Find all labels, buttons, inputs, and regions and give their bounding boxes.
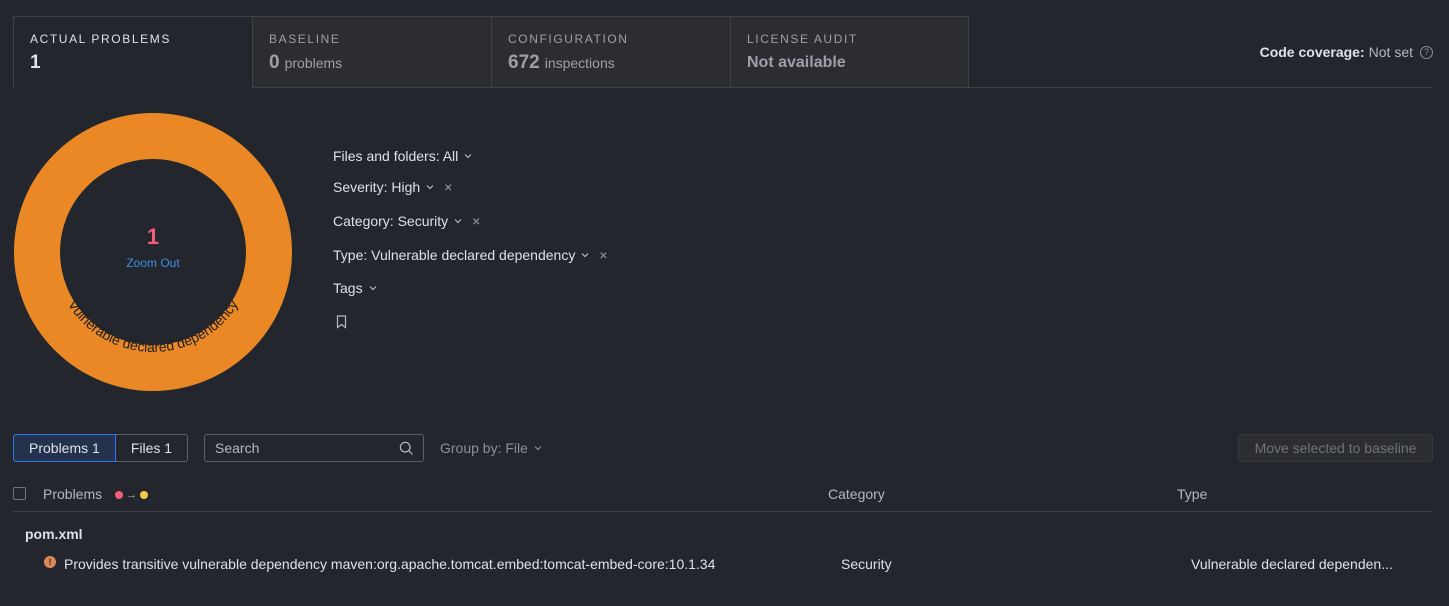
problems-view-button[interactable]: Problems 1 (13, 434, 116, 462)
tab-title: LICENSE AUDIT (747, 32, 858, 46)
tab-unit: inspections (544, 55, 615, 71)
bookmark-icon[interactable] (336, 315, 347, 329)
filter-severity[interactable]: Severity: High × (333, 177, 608, 197)
tab-title: CONFIGURATION (508, 32, 629, 46)
tab-unit: problems (284, 55, 343, 71)
column-type[interactable]: Type (1177, 486, 1207, 502)
tab-baseline[interactable]: BASELINE 0 problems (252, 16, 491, 88)
file-group-header[interactable]: pom.xml (25, 526, 83, 542)
tab-status: Not available (747, 54, 846, 71)
filter-category[interactable]: Category: Security × (333, 211, 608, 231)
filter-label: Type: Vulnerable declared dependency (333, 247, 576, 263)
chevron-down-icon (581, 253, 589, 258)
donut-center: 1 Zoom Out (13, 112, 293, 392)
table-header: Problems → Category Type (13, 482, 1433, 512)
coverage-value: Not set (1368, 44, 1413, 60)
filters-panel: Files and folders: All Severity: High × … (333, 146, 608, 298)
column-problems-label: Problems (43, 486, 103, 502)
severity-sort-indicator: → (115, 489, 149, 502)
problem-type: Vulnerable declared dependen... (1191, 556, 1393, 572)
search-icon (399, 441, 413, 455)
report-tabs: ACTUAL PROBLEMS 1 BASELINE 0 problems CO… (13, 16, 969, 88)
severity-high-dot (115, 491, 124, 500)
donut-count: 1 (146, 224, 160, 249)
tab-actual-problems[interactable]: ACTUAL PROBLEMS 1 (13, 16, 252, 88)
chevron-down-icon (426, 185, 434, 190)
problems-donut[interactable]: Vulnerable declared dependency 1 Zoom Ou… (13, 112, 293, 392)
warning-icon: ! (44, 556, 56, 568)
select-all-checkbox[interactable] (13, 487, 26, 500)
problem-description: Provides transitive vulnerable dependenc… (64, 556, 716, 572)
tab-title: ACTUAL PROBLEMS (30, 32, 171, 46)
clear-category-icon[interactable]: × (472, 213, 480, 229)
filter-type[interactable]: Type: Vulnerable declared dependency × (333, 245, 608, 265)
severity-low-dot (140, 491, 149, 500)
search-box (204, 434, 424, 462)
filter-label: Category: Security (333, 213, 449, 229)
clear-type-icon[interactable]: × (599, 247, 607, 263)
view-switcher: Problems 1 Files 1 (13, 434, 189, 462)
code-coverage: Code coverage: Not set ? (1260, 44, 1433, 60)
tab-configuration[interactable]: CONFIGURATION 672 inspections (491, 16, 730, 88)
qodana-report: ACTUAL PROBLEMS 1 BASELINE 0 problems CO… (0, 0, 1449, 606)
chevron-down-icon (454, 219, 462, 224)
search-input[interactable] (205, 440, 390, 456)
chevron-down-icon (464, 154, 472, 159)
filter-label: Files and folders: All (333, 148, 459, 164)
coverage-label: Code coverage: (1259, 44, 1365, 60)
tab-title: BASELINE (269, 32, 341, 46)
table-row[interactable]: ! Provides transitive vulnerable depende… (13, 552, 1433, 576)
tabs-divider (252, 87, 1433, 88)
clear-severity-icon[interactable]: × (444, 179, 452, 195)
move-to-baseline-button[interactable]: Move selected to baseline (1238, 434, 1433, 462)
filter-tags[interactable]: Tags (333, 278, 608, 298)
tab-count: 672 (508, 52, 540, 73)
files-view-button[interactable]: Files 1 (115, 434, 189, 462)
arrow-right-icon: → (126, 489, 138, 502)
tab-license-audit[interactable]: LICENSE AUDIT Not available (730, 16, 969, 88)
tab-count: 1 (30, 52, 41, 73)
group-by-dropdown[interactable]: Group by: File (440, 440, 543, 456)
column-problems[interactable]: Problems → (43, 486, 149, 502)
group-by-label: Group by: File (440, 440, 528, 456)
chevron-down-icon (369, 286, 377, 291)
tab-count: 0 (269, 52, 280, 73)
problem-category: Security (841, 556, 892, 572)
help-icon[interactable]: ? (1420, 45, 1433, 59)
column-category[interactable]: Category (828, 486, 885, 502)
chevron-down-icon (534, 446, 542, 451)
filter-label: Severity: High (333, 179, 421, 195)
zoom-out-link[interactable]: Zoom Out (126, 256, 179, 270)
filter-label: Tags (333, 280, 363, 296)
filter-files[interactable]: Files and folders: All (333, 146, 608, 166)
